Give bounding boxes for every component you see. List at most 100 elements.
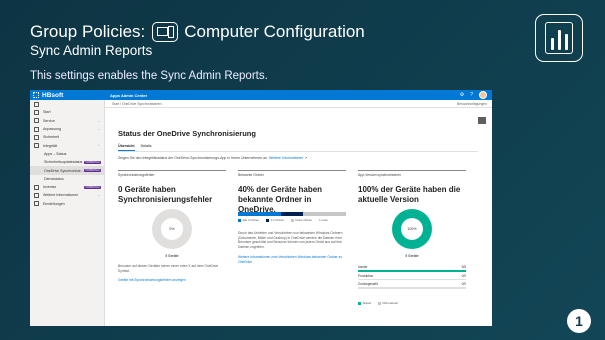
sidebar-item[interactable]: Dienststatus [30, 175, 104, 183]
known-folders-header: Bekannte Ordner [238, 173, 264, 177]
edit-icon [34, 126, 39, 132]
title-part1: Group Policies: [30, 22, 146, 41]
app-version-donut: 100% [392, 209, 432, 249]
notifications-link[interactable]: Benachrichtigungen [457, 102, 487, 106]
main-content: Status der OneDrive Synchronisierung Übe… [104, 107, 492, 326]
intro-description: Zeigen Sie den Integritätsstatus der One… [118, 156, 268, 160]
sidebar: Start Service ⌄ Anpassung ⌄ Sicherheit Integri… [30, 100, 105, 326]
sync-errors-text: Benutzer auf diesen Geräten sehen einen … [118, 264, 219, 273]
version-row: Insider 5/5 [358, 265, 466, 269]
preview-tag: VORSCHAU [83, 160, 101, 164]
sidebar-item[interactable]: Weitere Informationen ⌄ [30, 191, 104, 199]
sync-errors-link[interactable]: Geräte mit Synchronisierungsfehlern anze… [118, 278, 226, 283]
app-version-legend: Aktuell Nicht aktuell [358, 301, 466, 305]
sync-errors-header: Synchronisierungsfehler [118, 173, 155, 177]
sidebar-item[interactable]: Start [30, 108, 104, 116]
preview-tag: VORSCHAU [83, 169, 101, 173]
version-row: Zurückgestellt 0/0 [358, 282, 466, 286]
intro-text: Zeigen Sie den Integritätsstatus der One… [118, 156, 308, 160]
version-row-value: 0/0 [461, 282, 466, 286]
app-version-headline: 100% der Geräte haben die aktuelle Versi… [358, 185, 461, 204]
legend-outdated: Nicht aktuell [377, 301, 398, 305]
sync-errors-donut-label: 0% [161, 218, 183, 240]
tab-details[interactable]: Details [141, 144, 152, 151]
sidebar-item-label: Inventar [43, 185, 56, 190]
chevron-icon[interactable]: ⌄ [97, 119, 100, 123]
sidebar-item-label: Anpassung [43, 127, 61, 132]
sync-errors-card: Synchronisierungsfehler 0 Geräte haben S… [118, 170, 226, 282]
sidebar-item-label: Sicherheitsupdatestatus [44, 160, 83, 165]
version-row-value: 5/5 [461, 265, 466, 269]
heart-icon [34, 143, 39, 149]
stack-segment [281, 212, 303, 216]
sidebar-item[interactable]: OneDrive Synchronisie… VORSCHAU [30, 166, 104, 175]
app-version-card: App-Version synchronisieren 100% der Ger… [358, 170, 466, 305]
title-part2: Computer Configuration [184, 22, 365, 41]
sidebar-item[interactable]: Service ⌄ [30, 117, 104, 125]
panel-settings-button[interactable] [478, 117, 486, 124]
legend-entry: 1-2 Ordner [265, 218, 284, 222]
chevron-icon[interactable]: ⌄ [97, 127, 100, 131]
chevron-icon[interactable]: ⌄ [97, 193, 100, 197]
sidebar-item[interactable]: Sicherheit [30, 133, 104, 141]
gear-icon [34, 201, 39, 207]
legend-entry: Alle 3 Ordner [238, 218, 259, 222]
sidebar-item-label: Service [43, 118, 55, 123]
sidebar-item[interactable]: Sicherheitsupdatestatus VORSCHAU [30, 158, 104, 166]
sidebar-item[interactable] [30, 100, 104, 108]
legend-entry: 1 more [319, 218, 328, 222]
stack-segment [238, 212, 282, 216]
step-number-badge: 1 [567, 309, 591, 333]
stack-segment [302, 212, 346, 216]
avatar[interactable] [479, 91, 487, 99]
tab-divider [118, 151, 478, 152]
slide-title: Group Policies: Computer Configuration [30, 22, 365, 42]
version-row-label: Produktion [358, 273, 374, 278]
home-icon [34, 109, 39, 115]
app-version-donut-label: 100% [401, 218, 423, 240]
sidebar-item-label: Sicherheit [43, 135, 59, 140]
app-launcher-icon[interactable] [33, 92, 39, 98]
tab-bar: Übersicht Details [118, 144, 152, 151]
page-title: Status der OneDrive Synchronisierung [118, 129, 256, 138]
info-icon [34, 192, 39, 198]
sidebar-item[interactable]: Integrität ⌃ [30, 141, 104, 149]
version-row-bar [358, 287, 466, 289]
sync-errors-devices: 5 Geräte [165, 254, 179, 258]
computer-icon [152, 22, 179, 42]
help-icon[interactable]: ? [470, 92, 473, 98]
sync-errors-donut: 0% [152, 209, 192, 249]
version-row-value: 0/0 [461, 273, 466, 278]
chevron-icon[interactable]: ⌃ [97, 144, 100, 148]
version-row-label: Zurückgestellt [358, 282, 378, 286]
legend-current: Aktuell [358, 301, 371, 305]
version-row-bar [358, 278, 466, 280]
inventory-icon [34, 184, 39, 190]
preview-tag: VORSCHAU [83, 185, 101, 189]
sidebar-item[interactable]: Apps – Status [30, 150, 104, 158]
tab-overview[interactable]: Übersicht [118, 144, 135, 151]
known-folders-stacked-bar [238, 212, 346, 216]
sidebar-item-label: Start [43, 110, 51, 115]
sidebar-item[interactable]: Einstellungen [30, 200, 104, 208]
version-row: Produktion 0/0 [358, 274, 466, 278]
intro-learn-more-link[interactable]: Weitere Informationen [269, 156, 303, 160]
sidebar-item[interactable]: Inventar VORSCHAU [30, 183, 104, 191]
known-folders-card: Bekannte Ordner 40% der Geräte haben bek… [238, 170, 346, 264]
sync-errors-headline: 0 Geräte haben Synchronisierungsfehler [118, 185, 213, 204]
app-version-devices: 5 Geräte [405, 254, 419, 258]
known-folders-link[interactable]: Weitere Informationen zum Verschieben Wi… [238, 255, 346, 264]
breadcrumb-text[interactable]: Start / OneDrive Synchronisieren [112, 102, 162, 106]
sidebar-item[interactable]: Anpassung ⌄ [30, 125, 104, 133]
settings-icon[interactable]: ⚙ [460, 92, 464, 98]
sidebar-item-label: Dienststatus [44, 176, 64, 181]
version-row-label: Insider [358, 265, 368, 269]
report-logo-icon [535, 14, 583, 62]
service-icon [34, 118, 39, 124]
shield-icon [34, 134, 39, 140]
sidebar-item-label: Weitere Informationen [43, 193, 79, 198]
slide-description: This settings enables the Sync Admin Rep… [30, 70, 268, 82]
app-version-header: App-Version synchronisieren [358, 173, 402, 177]
app-topbar: HBsoft Apps Admin Center ⚙ ? [30, 90, 492, 100]
legend-entry: Keine Ordner [291, 218, 312, 222]
